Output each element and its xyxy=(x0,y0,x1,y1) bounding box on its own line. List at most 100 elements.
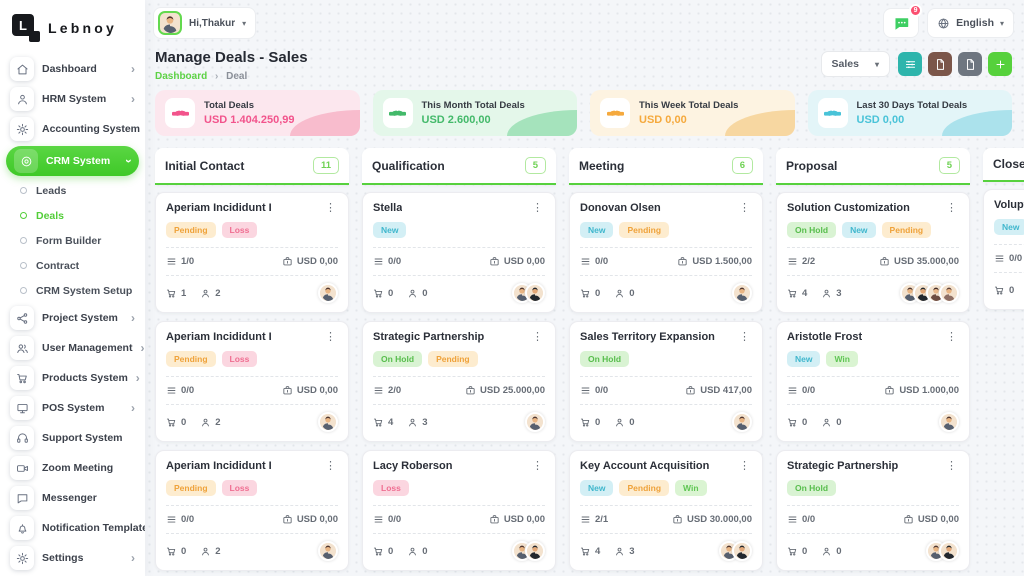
cart-icon xyxy=(373,288,384,299)
kanban-column-qualification: Qualification5 Stella ⋮ New 0/0 USD 0,00… xyxy=(362,148,556,576)
kebab-menu-icon[interactable]: ⋮ xyxy=(323,202,338,215)
sidebar-item-dashboard[interactable]: Dashboard› xyxy=(0,54,145,84)
stat-label: Total Deals xyxy=(204,100,295,111)
column-cards: Donovan Olsen ⋮ NewPending 0/0 USD 1.500… xyxy=(569,192,763,576)
kebab-menu-icon[interactable]: ⋮ xyxy=(944,331,959,344)
deal-card[interactable]: Lacy Roberson ⋮ Loss 0/0 USD 0,00 0 0 xyxy=(362,450,556,571)
messages-button[interactable]: 9 xyxy=(883,8,919,38)
deal-card[interactable]: Voluptate I ⋮ New 0/0 USD 0,00 0 0 xyxy=(983,189,1024,310)
user-greeting: Hi,Thakur xyxy=(189,18,235,29)
crm-icon xyxy=(20,155,33,168)
export-file-button[interactable] xyxy=(958,52,982,76)
deal-card[interactable]: Aristotle Frost ⋮ NewWin 0/0 USD 1.000,0… xyxy=(776,321,970,442)
cart-icon xyxy=(787,288,798,299)
kanban-column-closed-won: Closed Won Voluptate I ⋮ New 0/0 USD 0,0… xyxy=(983,148,1024,310)
contact-icon xyxy=(821,546,832,557)
kebab-menu-icon[interactable]: ⋮ xyxy=(530,202,545,215)
deal-card[interactable]: Aperiam Incididunt I ⋮ PendingLoss 1/0 U… xyxy=(155,192,349,313)
sidebar-subitem-leads[interactable]: Leads xyxy=(0,178,145,203)
handshake-icon xyxy=(824,107,841,120)
sidebar-subitem-crm-system-setup[interactable]: CRM System Setup xyxy=(0,278,145,303)
contact-icon xyxy=(821,417,832,428)
kebab-menu-icon[interactable]: ⋮ xyxy=(323,331,338,344)
sidebar-item-crm-system[interactable]: CRM System› xyxy=(6,146,139,176)
breadcrumb-dashboard[interactable]: Dashboard xyxy=(155,71,207,82)
breadcrumb-separator: › xyxy=(215,71,218,82)
kebab-menu-icon[interactable]: ⋮ xyxy=(737,202,752,215)
deal-card[interactable]: Stella ⋮ New 0/0 USD 0,00 0 0 xyxy=(362,192,556,313)
deal-amount: USD 0,00 xyxy=(282,256,338,267)
sidebar-item-notification-template[interactable]: Notification Template xyxy=(0,513,145,543)
language-selector[interactable]: English ▾ xyxy=(927,8,1014,38)
list-icon xyxy=(580,256,591,267)
sidebar-item-settings[interactable]: Settings› xyxy=(0,543,145,573)
topbar-actions: 9 English ▾ xyxy=(883,8,1014,38)
deal-tasks: 0/0 xyxy=(580,256,608,267)
kebab-menu-icon[interactable]: ⋮ xyxy=(530,331,545,344)
sidebar-item-messenger[interactable]: Messenger xyxy=(0,483,145,513)
kebab-menu-icon[interactable]: ⋮ xyxy=(530,460,545,473)
briefcase-icon xyxy=(879,256,890,267)
kebab-menu-icon[interactable]: ⋮ xyxy=(737,460,752,473)
list-icon xyxy=(166,514,177,525)
sidebar-subitem-deals[interactable]: Deals xyxy=(0,203,145,228)
column-count-badge: 5 xyxy=(525,157,546,174)
add-deal-button[interactable] xyxy=(988,52,1012,76)
list-icon xyxy=(373,256,384,267)
deal-contacts-count: 2 xyxy=(200,417,220,428)
kebab-menu-icon[interactable]: ⋮ xyxy=(944,202,959,215)
sidebar-item-label: CRM System xyxy=(46,155,119,167)
deal-card[interactable]: Solution Customization ⋮ On HoldNewPendi… xyxy=(776,192,970,313)
status-tag: On Hold xyxy=(787,480,836,496)
column-cards: Solution Customization ⋮ On HoldNewPendi… xyxy=(776,192,970,576)
sidebar-subitem-label: Leads xyxy=(36,185,66,197)
cart-icon xyxy=(994,285,1005,296)
kebab-menu-icon[interactable]: ⋮ xyxy=(944,460,959,473)
sidebar-item-accounting-system[interactable]: Accounting System› xyxy=(0,114,145,144)
stat-card-total-deals: Total Deals USD 1.404.250,99 xyxy=(155,90,360,136)
sidebar-item-project-system[interactable]: Project System› xyxy=(0,303,145,333)
contact-icon xyxy=(614,288,625,299)
sidebar-item-user-management[interactable]: User Management› xyxy=(0,333,145,363)
column-cards: Voluptate I ⋮ New 0/0 USD 0,00 0 0 xyxy=(983,189,1024,310)
deal-tasks: 0/0 xyxy=(166,514,194,525)
deal-card[interactable]: Strategic Partnership ⋮ On Hold 0/0 USD … xyxy=(776,450,970,571)
list-icon xyxy=(580,514,591,525)
export-pdf-button[interactable] xyxy=(928,52,952,76)
deal-card[interactable]: Key Account Acquisition ⋮ NewPendingWin … xyxy=(569,450,763,571)
deal-card[interactable]: Aperiam Incididunt I ⋮ PendingLoss 0/0 U… xyxy=(155,321,349,442)
avatar-image xyxy=(527,543,543,559)
bullet-icon xyxy=(20,237,27,244)
deal-card[interactable]: Strategic Partnership ⋮ On HoldPending 2… xyxy=(362,321,556,442)
deal-card[interactable]: Sales Territory Expansion ⋮ On Hold 0/0 … xyxy=(569,321,763,442)
user-menu[interactable]: Hi,Thakur ▾ xyxy=(153,7,256,39)
deal-title: Strategic Partnership xyxy=(373,331,484,343)
deal-card[interactable]: Donovan Olsen ⋮ NewPending 0/0 USD 1.500… xyxy=(569,192,763,313)
deal-products-count: 0 xyxy=(373,546,393,557)
sidebar-subitem-form-builder[interactable]: Form Builder xyxy=(0,228,145,253)
deal-amount: USD 0,00 xyxy=(282,514,338,525)
filter-button[interactable] xyxy=(898,52,922,76)
sidebar-item-pos-system[interactable]: POS System› xyxy=(0,393,145,423)
deal-products-count: 0 xyxy=(580,417,600,428)
status-tag: Pending xyxy=(166,480,216,496)
deal-amount: USD 417,00 xyxy=(685,385,752,396)
deal-tags: NewPendingWin xyxy=(580,480,752,496)
deal-title: Aristotle Frost xyxy=(787,331,862,343)
list-icon xyxy=(373,385,384,396)
status-tag: Pending xyxy=(166,351,216,367)
pipeline-select[interactable]: Sales ▾ xyxy=(821,51,890,77)
kebab-menu-icon[interactable]: ⋮ xyxy=(737,331,752,344)
board-controls: Sales ▾ xyxy=(821,51,1012,77)
sidebar-item-hrm-system[interactable]: HRM System› xyxy=(0,84,145,114)
status-tag: New xyxy=(842,222,875,238)
deal-card[interactable]: Aperiam Incididunt I ⋮ PendingLoss 0/0 U… xyxy=(155,450,349,571)
sidebar-item-support-system[interactable]: Support System xyxy=(0,423,145,453)
sidebar-item-products-system[interactable]: Products System› xyxy=(0,363,145,393)
brand-logo[interactable]: L Lebnoy xyxy=(0,8,145,54)
sidebar-subitem-contract[interactable]: Contract xyxy=(0,253,145,278)
sidebar-item-label: Support System xyxy=(42,432,135,444)
kebab-menu-icon[interactable]: ⋮ xyxy=(323,460,338,473)
stat-card-this-week-total-deals: This Week Total Deals USD 0,00 xyxy=(590,90,795,136)
sidebar-item-zoom-meeting[interactable]: Zoom Meeting xyxy=(0,453,145,483)
